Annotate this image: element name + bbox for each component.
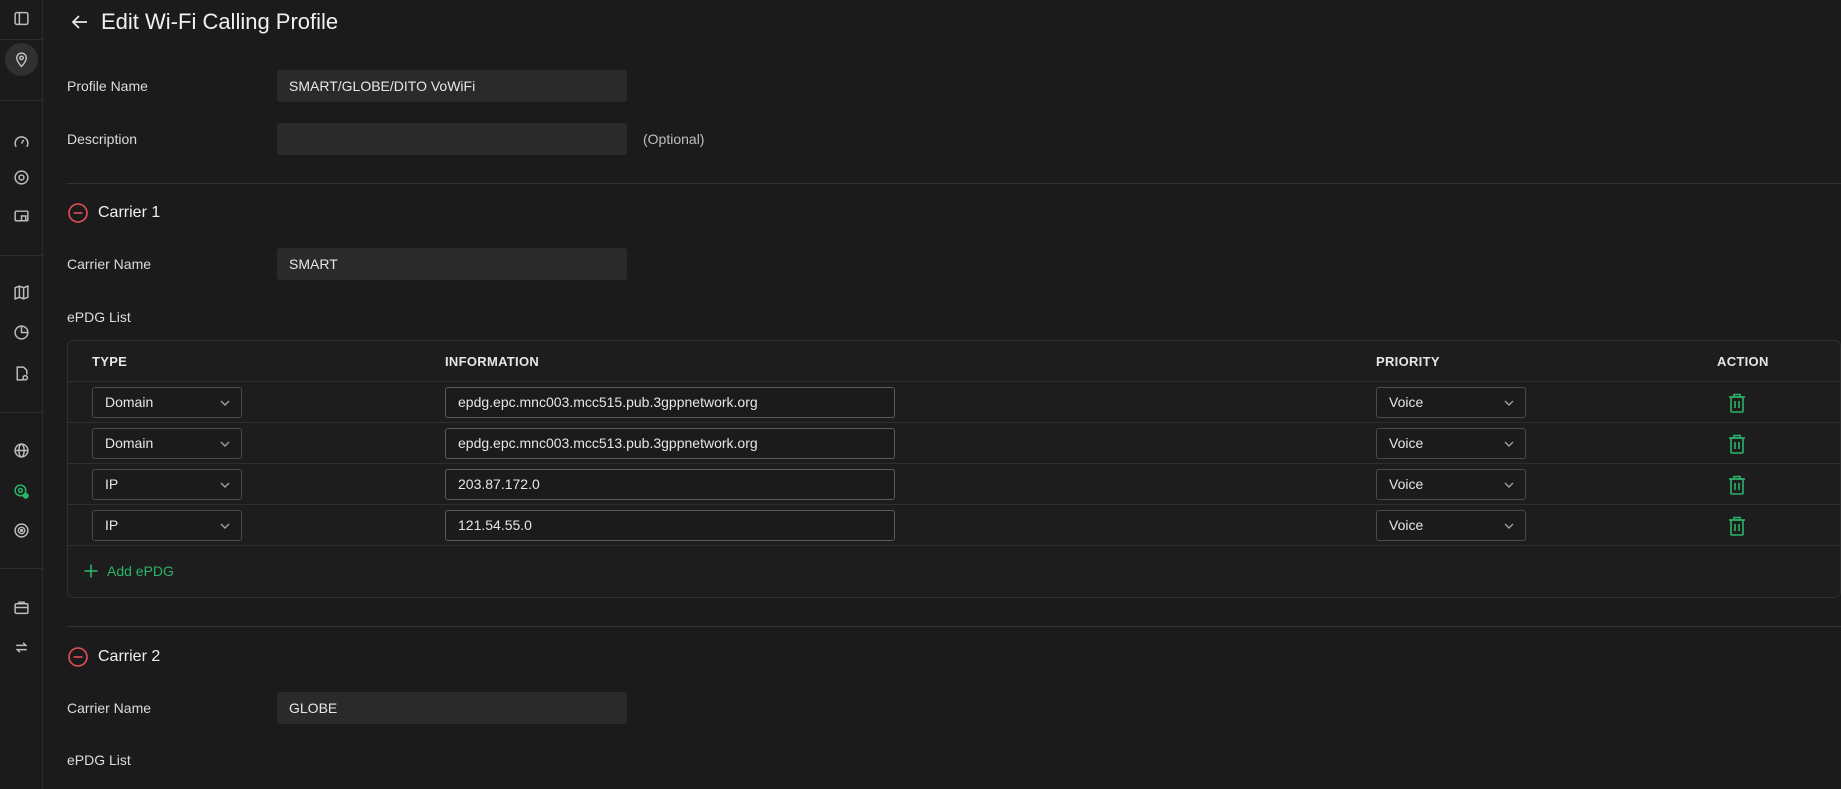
- information-input[interactable]: epdg.epc.mnc003.mcc513.pub.3gppnetwork.o…: [445, 428, 895, 459]
- information-input[interactable]: 121.54.55.0: [445, 510, 895, 541]
- column-header-information: INFORMATION: [445, 354, 540, 369]
- target-icon[interactable]: [5, 161, 38, 194]
- table-row: Domain epdg.epc.mnc003.mcc513.pub.3gppne…: [68, 423, 1840, 464]
- briefcase-icon[interactable]: [5, 591, 38, 624]
- remove-carrier-icon[interactable]: [67, 202, 89, 224]
- carrier-name-input[interactable]: SMART: [277, 248, 627, 280]
- priority-select[interactable]: Voice: [1376, 387, 1526, 418]
- column-header-type: TYPE: [92, 354, 128, 369]
- devices-icon[interactable]: [5, 200, 38, 233]
- carrier-title: Carrier 1: [98, 204, 161, 221]
- chevron-down-icon: [1503, 429, 1515, 458]
- description-label: Description: [67, 131, 138, 147]
- profile-name-input[interactable]: SMART/GLOBE/DITO VoWiFi: [277, 70, 627, 102]
- carrier-name-input[interactable]: GLOBE: [277, 692, 627, 724]
- epdg-list-label: ePDG List: [67, 752, 131, 768]
- priority-select[interactable]: Voice: [1376, 428, 1526, 459]
- divider: [67, 183, 1841, 184]
- carrier-title: Carrier 2: [98, 648, 161, 665]
- information-input[interactable]: 203.87.172.0: [445, 469, 895, 500]
- wifi-calling-icon[interactable]: [5, 475, 38, 508]
- description-input[interactable]: [277, 123, 627, 155]
- panel-toggle-icon[interactable]: [5, 2, 38, 35]
- chevron-down-icon: [219, 388, 231, 417]
- page-title: Edit Wi-Fi Calling Profile: [101, 9, 339, 34]
- sync-icon[interactable]: [5, 631, 38, 664]
- pie-chart-icon[interactable]: [5, 316, 38, 349]
- type-select[interactable]: IP: [92, 510, 242, 541]
- column-header-action: ACTION: [1717, 354, 1769, 369]
- divider: [67, 626, 1841, 627]
- carrier-name-label: Carrier Name: [67, 256, 152, 272]
- type-select[interactable]: IP: [92, 469, 242, 500]
- type-select[interactable]: Domain: [92, 387, 242, 418]
- table-row: Domain epdg.epc.mnc003.mcc515.pub.3gppne…: [68, 382, 1840, 423]
- add-epdg-button[interactable]: Add ePDG: [83, 563, 174, 579]
- chevron-down-icon: [219, 470, 231, 499]
- information-input[interactable]: epdg.epc.mnc003.mcc515.pub.3gppnetwork.o…: [445, 387, 895, 418]
- epdg-list-label: ePDG List: [67, 309, 131, 325]
- description-optional-hint: (Optional): [643, 131, 705, 147]
- back-arrow-icon[interactable]: [69, 11, 91, 33]
- delete-trash-icon[interactable]: [1727, 474, 1747, 501]
- profile-name-label: Profile Name: [67, 78, 148, 94]
- carrier-1-header: Carrier 1: [67, 202, 160, 224]
- chevron-down-icon: [1503, 388, 1515, 417]
- sidebar: [0, 0, 43, 789]
- priority-select[interactable]: Voice: [1376, 469, 1526, 500]
- main-content: Edit Wi-Fi Calling Profile Profile Name …: [43, 0, 1841, 789]
- remove-carrier-icon[interactable]: [67, 646, 89, 668]
- signal-icon[interactable]: [5, 514, 38, 547]
- chevron-down-icon: [1503, 470, 1515, 499]
- type-select[interactable]: Domain: [92, 428, 242, 459]
- globe-icon[interactable]: [5, 434, 38, 467]
- table-row: IP 203.87.172.0 Voice: [68, 464, 1840, 505]
- delete-trash-icon[interactable]: [1727, 433, 1747, 460]
- header: Edit Wi-Fi Calling Profile: [69, 9, 338, 35]
- report-icon[interactable]: [5, 357, 38, 390]
- priority-select[interactable]: Voice: [1376, 510, 1526, 541]
- delete-trash-icon[interactable]: [1727, 515, 1747, 542]
- carrier-name-label: Carrier Name: [67, 700, 152, 716]
- table-row: IP 121.54.55.0 Voice: [68, 505, 1840, 546]
- plus-icon: [84, 564, 98, 578]
- column-header-priority: PRIORITY: [1376, 354, 1440, 369]
- map-icon[interactable]: [5, 276, 38, 309]
- epdg-table: TYPE INFORMATION PRIORITY ACTION Domain …: [67, 340, 1841, 598]
- chevron-down-icon: [219, 511, 231, 540]
- carrier-2-header: Carrier 2: [67, 646, 160, 668]
- chevron-down-icon: [219, 429, 231, 458]
- delete-trash-icon[interactable]: [1727, 392, 1747, 419]
- location-pin-icon[interactable]: [5, 43, 38, 76]
- speedometer-icon[interactable]: [5, 126, 38, 159]
- chevron-down-icon: [1503, 511, 1515, 540]
